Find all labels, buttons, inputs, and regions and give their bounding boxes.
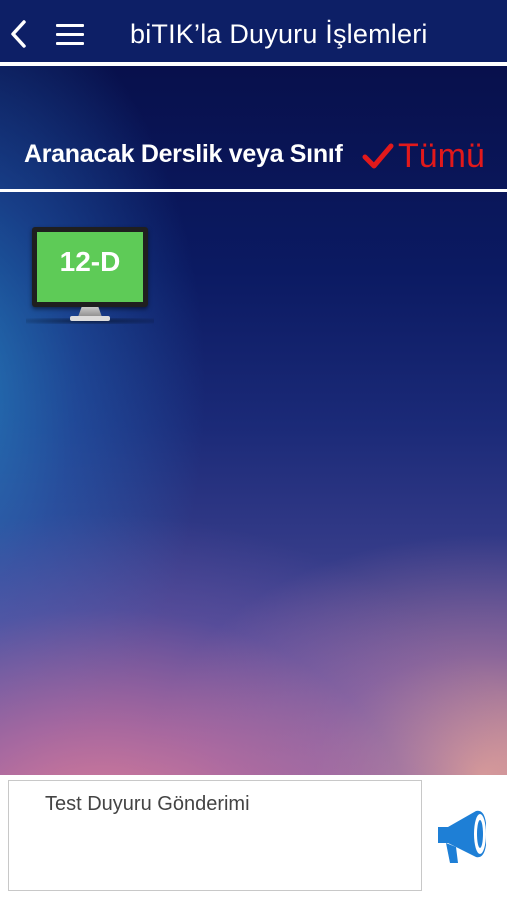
monitor-display: 12-D (37, 232, 143, 302)
divider (0, 189, 507, 192)
chevron-left-icon (11, 20, 26, 48)
hamburger-menu-icon-line (56, 42, 84, 45)
select-all-toggle[interactable]: Tümü (362, 134, 485, 178)
send-announcement-button[interactable] (432, 805, 492, 867)
page-title: biTIK’la Duyuru İşlemleri (130, 19, 428, 49)
hamburger-menu-icon-line (56, 33, 84, 36)
search-filter-label: Aranacak Derslik veya Sınıf (24, 140, 343, 168)
classroom-label: 12-D (59, 246, 121, 277)
hamburger-menu-icon (56, 24, 84, 27)
classroom-item-12-d[interactable]: 12-D (26, 224, 154, 328)
header-bar: biTIK’la Duyuru İşlemleri (0, 0, 507, 66)
megaphone-icon (438, 810, 486, 863)
search-filter-row: Aranacak Derslik veya Sınıf Tümü (0, 124, 507, 190)
menu-button[interactable] (52, 18, 88, 50)
select-all-label: Tümü (398, 136, 485, 175)
message-composer: Test Duyuru Gönderimi (0, 775, 507, 900)
app-screen: biTIK’la Duyuru İşlemleri Aranacak Dersl… (0, 0, 507, 900)
announcement-message-input[interactable]: Test Duyuru Gönderimi (8, 780, 422, 891)
back-button[interactable] (4, 14, 34, 54)
checkmark-icon (362, 143, 394, 169)
monitor-base (70, 316, 110, 321)
monitor-icon: 12-D (32, 227, 148, 307)
background-gradient (0, 0, 507, 775)
